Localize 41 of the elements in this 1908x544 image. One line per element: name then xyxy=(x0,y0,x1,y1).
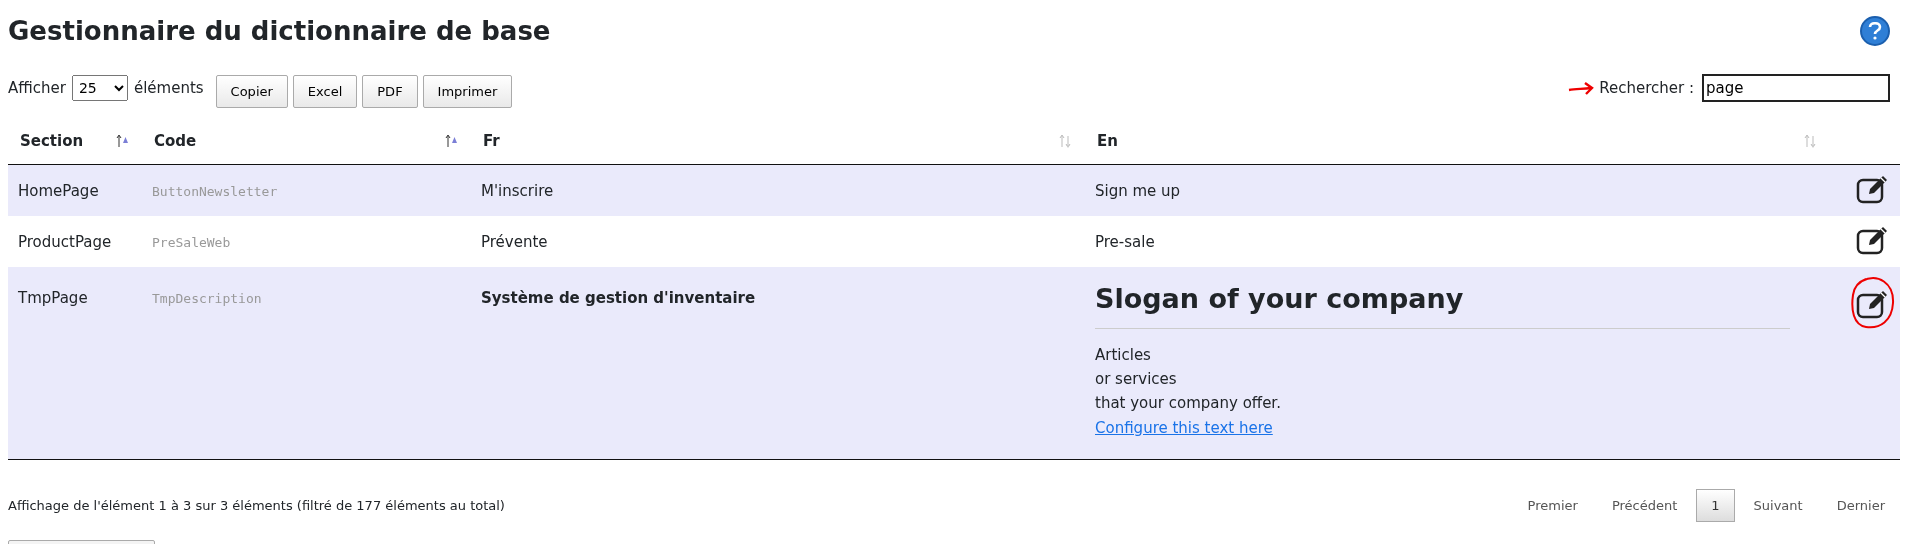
table-cell: Système de gestion d'inventaire xyxy=(481,289,756,307)
edit-icon[interactable] xyxy=(1856,224,1890,255)
column-header[interactable]: Fr xyxy=(483,132,500,150)
text-line: that your company offer. xyxy=(1095,393,1282,414)
text-line: or services xyxy=(1095,369,1178,390)
arrow-annotation xyxy=(1567,81,1596,95)
label: Afficher xyxy=(8,79,66,97)
table-cell: PreSaleWeb xyxy=(152,234,231,250)
export-button[interactable]: Copier xyxy=(215,74,288,108)
page-button[interactable]: 1 xyxy=(1696,488,1735,522)
table-cell: TmpDescription xyxy=(152,291,262,306)
page-button[interactable]: Précédent xyxy=(1596,488,1693,522)
column-header[interactable]: Code xyxy=(154,132,197,150)
table-info: Affichage de l'élément 1 à 3 sur 3 éléments (filtré de 177 éléments au total) xyxy=(8,497,505,513)
configure-link[interactable]: Configure this text here xyxy=(1095,419,1273,437)
label: éléments xyxy=(133,79,204,97)
page-title: Gestionnaire du dictionnaire de base xyxy=(8,16,551,46)
page-length-select[interactable]: 25 xyxy=(71,75,128,101)
export-button[interactable]: Excel xyxy=(292,74,358,108)
export-button[interactable]: PDF xyxy=(362,74,418,108)
help-icon[interactable] xyxy=(1860,16,1890,46)
search-label: Rechercher : xyxy=(1599,79,1694,97)
edit-icon[interactable] xyxy=(1856,289,1890,319)
table-cell: Pre-sale xyxy=(1095,232,1155,251)
edit-icon[interactable] xyxy=(1856,173,1890,204)
table-cell: M'inscrire xyxy=(481,181,554,200)
table-cell: ButtonNewsletter xyxy=(152,183,278,199)
column-header[interactable]: En xyxy=(1097,132,1118,150)
page-button[interactable]: Dernier xyxy=(1821,488,1900,522)
table-cell: HomePage xyxy=(18,181,99,200)
search-field[interactable]: page xyxy=(1702,74,1890,102)
table-cell: ProductPage xyxy=(18,232,112,251)
column-header[interactable]: Section xyxy=(20,132,84,150)
slogan-heading: Slogan of your company xyxy=(1095,283,1465,314)
export-button[interactable]: Imprimer xyxy=(422,74,513,108)
table-cell: TmpPage xyxy=(18,289,88,307)
page-button[interactable]: Suivant xyxy=(1738,488,1818,522)
text-line: Articles xyxy=(1095,345,1152,366)
table-cell: Prévente xyxy=(481,232,548,251)
table-cell: Sign me up xyxy=(1095,181,1181,200)
page-button[interactable]: Premier xyxy=(1512,488,1593,522)
